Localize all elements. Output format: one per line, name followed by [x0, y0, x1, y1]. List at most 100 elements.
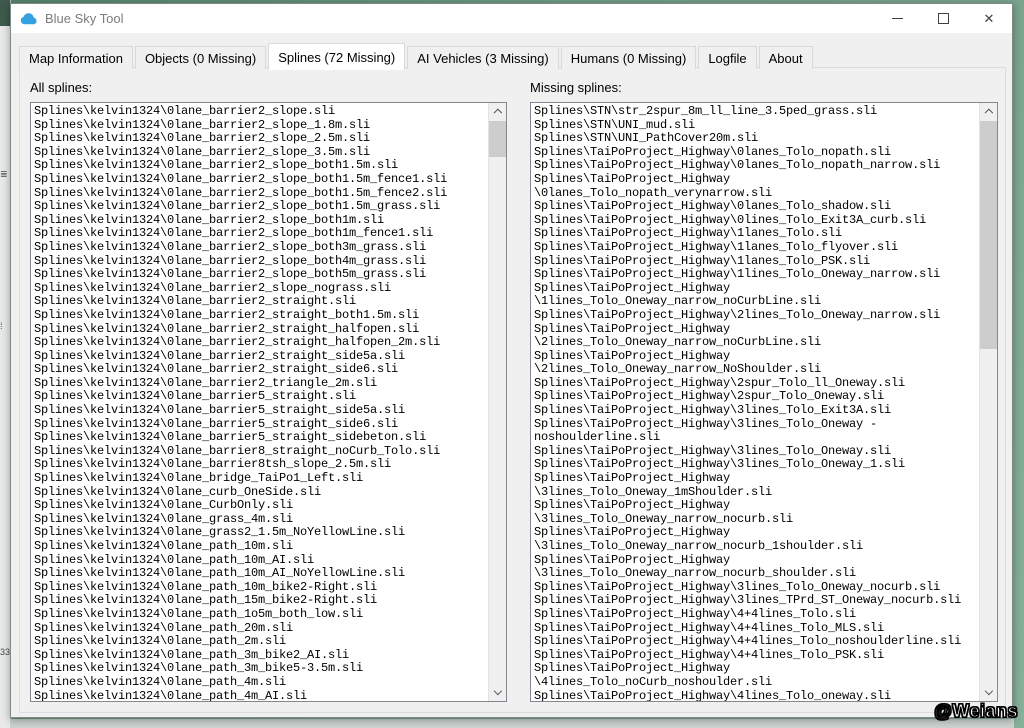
close-button[interactable]: ✕	[966, 4, 1012, 33]
list-item[interactable]: \3lines_Tolo_Oneway_1mShoulder.sli	[534, 485, 977, 500]
list-item[interactable]: Splines\kelvin1324\0lane_barrier2_slope_…	[34, 213, 486, 228]
list-item[interactable]: Splines\kelvin1324\0lane_grass2_1.5m_NoY…	[34, 526, 486, 540]
list-item[interactable]: Splines\TaiPoProject_Highway\1lines_Tolo…	[534, 268, 977, 282]
list-item[interactable]: Splines\TaiPoProject_Highway	[534, 281, 977, 296]
list-item[interactable]: Splines\TaiPoProject_Highway\4+4lines_To…	[534, 635, 977, 649]
list-item[interactable]: Splines\kelvin1324\0lane_barrier2_slope_…	[34, 268, 486, 282]
list-item[interactable]: Splines\kelvin1324\0lane_path_15m_bike2-…	[34, 594, 486, 608]
list-item[interactable]: \3lines_Tolo_Oneway_narrow_nocurb.sli	[534, 512, 977, 527]
list-item[interactable]: \2lines_Tolo_Oneway_narrow_noCurbLine.sl…	[534, 335, 977, 350]
list-item[interactable]: Splines\kelvin1324\0lane_barrier2_slope_…	[34, 118, 486, 133]
list-item[interactable]: Splines\kelvin1324\0lane_path_4m.sli	[34, 675, 486, 690]
list-item[interactable]: Splines\TaiPoProject_Highway\4lines_Tolo…	[534, 689, 977, 701]
list-item[interactable]: Splines\kelvin1324\0lane_barrier2_straig…	[34, 308, 486, 323]
minimize-button[interactable]	[874, 4, 920, 33]
list-item[interactable]: Splines\TaiPoProject_Highway\2spur_Tolo_…	[534, 390, 977, 404]
list-item[interactable]: Splines\STN\UNI_mud.sli	[534, 118, 977, 133]
list-item[interactable]: Splines\kelvin1324\0lane_barrier2_slope.…	[34, 105, 486, 119]
list-item[interactable]: Splines\TaiPoProject_Highway	[534, 553, 977, 568]
list-item[interactable]: Splines\TaiPoProject_Highway\3lines_TPrd…	[534, 594, 977, 608]
scrollbar-thumb[interactable]	[980, 121, 997, 349]
list-item[interactable]: Splines\STN\str_2spur_8m_ll_line_3.5ped_…	[534, 105, 977, 119]
list-item[interactable]: Splines\kelvin1324\0lane_barrier2_slope_…	[34, 240, 486, 255]
list-item[interactable]: Splines\kelvin1324\0lane_bridge_TaiPo1_L…	[34, 471, 486, 486]
list-item[interactable]: Splines\kelvin1324\0lane_barrier5_straig…	[34, 431, 486, 445]
list-item[interactable]: Splines\kelvin1324\0lane_barrier2_straig…	[34, 295, 486, 309]
tab-map-information[interactable]: Map Information	[19, 46, 133, 69]
missing-splines-listbox[interactable]: Splines\STN\str_2spur_8m_ll_line_3.5ped_…	[530, 102, 998, 702]
list-item[interactable]: Splines\kelvin1324\0lane_barrier5_straig…	[34, 403, 486, 418]
list-item[interactable]: Splines\kelvin1324\0lane_barrier2_slope_…	[34, 172, 486, 187]
list-item[interactable]: \4lines_Tolo_noCurb_noshoulder.sli	[534, 675, 977, 690]
list-item[interactable]: \1lines_Tolo_Oneway_narrow_noCurbLine.sl…	[534, 295, 977, 309]
list-item[interactable]: Splines\TaiPoProject_Highway	[534, 499, 977, 513]
list-item[interactable]: Splines\TaiPoProject_Highway	[534, 662, 977, 676]
list-item[interactable]: Splines\kelvin1324\0lane_CurbOnly.sli	[34, 499, 486, 513]
list-item[interactable]: Splines\TaiPoProject_Highway\4+4lines_To…	[534, 648, 977, 663]
list-item[interactable]: Splines\kelvin1324\0lane_grass_4m.sli	[34, 512, 486, 527]
list-item[interactable]: Splines\kelvin1324\0lane_barrier2_slope_…	[34, 254, 486, 269]
list-item[interactable]: \0lanes_Tolo_nopath_verynarrow.sli	[534, 186, 977, 201]
list-item[interactable]: Splines\TaiPoProject_Highway\3lines_Tolo…	[534, 458, 977, 472]
list-item[interactable]: Splines\TaiPoProject_Highway	[534, 526, 977, 540]
list-item[interactable]: Splines\kelvin1324\0lane_path_4m_AI.sli	[34, 689, 486, 701]
all-splines-listbox[interactable]: Splines\kelvin1324\0lane_barrier2_slope.…	[30, 102, 507, 702]
list-item[interactable]: Splines\kelvin1324\0lane_path_2m.sli	[34, 635, 486, 649]
list-item[interactable]: \3lines_Tolo_Oneway_narrow_nocurb_1shoul…	[534, 539, 977, 554]
list-item[interactable]: Splines\kelvin1324\0lane_barrier5_straig…	[34, 390, 486, 404]
tab-splines-72-missing[interactable]: Splines (72 Missing)	[268, 43, 406, 70]
list-item[interactable]: Splines\TaiPoProject_Highway	[534, 172, 977, 187]
list-item[interactable]: Splines\kelvin1324\0lane_barrier2_triang…	[34, 376, 486, 391]
list-item[interactable]: Splines\TaiPoProject_Highway\3lines_Tolo…	[534, 444, 977, 459]
missing-splines-scrollbar[interactable]	[979, 103, 997, 701]
tab-ai-vehicles-3-missing[interactable]: AI Vehicles (3 Missing)	[407, 46, 559, 69]
list-item[interactable]: Splines\kelvin1324\0lane_path_20m.sli	[34, 621, 486, 636]
list-item[interactable]: Splines\kelvin1324\0lane_barrier2_slope_…	[34, 200, 486, 214]
list-item[interactable]: Splines\TaiPoProject_Highway\0lanes_Tolo…	[534, 145, 977, 160]
list-item[interactable]: Splines\kelvin1324\0lane_curb_OneSide.sl…	[34, 485, 486, 500]
list-item[interactable]: noshoulderline.sli	[534, 431, 977, 445]
list-item[interactable]: Splines\kelvin1324\0lane_barrier2_slope_…	[34, 132, 486, 146]
list-item[interactable]: Splines\kelvin1324\0lane_barrier2_slope_…	[34, 145, 486, 160]
list-item[interactable]: Splines\TaiPoProject_Highway	[534, 349, 977, 364]
all-splines-scrollbar[interactable]	[488, 103, 506, 701]
scroll-down-button[interactable]	[489, 684, 506, 701]
list-item[interactable]: Splines\kelvin1324\0lane_path_3m_bike5-3…	[34, 662, 486, 676]
list-item[interactable]: Splines\kelvin1324\0lane_barrier2_slope_…	[34, 281, 486, 296]
list-item[interactable]: Splines\TaiPoProject_Highway\3lines_Tolo…	[534, 403, 977, 418]
tab-objects-0-missing[interactable]: Objects (0 Missing)	[134, 46, 267, 69]
list-item[interactable]: Splines\TaiPoProject_Highway\4+4lines_To…	[534, 607, 977, 622]
scroll-down-button[interactable]	[980, 684, 997, 701]
list-item[interactable]: Splines\kelvin1324\0lane_path_3m_bike2_A…	[34, 648, 486, 663]
list-item[interactable]: Splines\kelvin1324\0lane_barrier2_slope_…	[34, 186, 486, 201]
list-item[interactable]: Splines\TaiPoProject_Highway\2lines_Tolo…	[534, 308, 977, 323]
tab-humans-0-missing[interactable]: Humans (0 Missing)	[560, 46, 697, 69]
scrollbar-thumb[interactable]	[489, 121, 506, 157]
list-item[interactable]: Splines\kelvin1324\0lane_path_10m_AI_NoY…	[34, 567, 486, 581]
tab-about[interactable]: About	[758, 46, 813, 69]
list-item[interactable]: Splines\kelvin1324\0lane_barrier2_slope_…	[34, 227, 486, 241]
list-item[interactable]: Splines\kelvin1324\0lane_path_1o5m_both_…	[34, 607, 486, 622]
list-item[interactable]: Splines\kelvin1324\0lane_barrier2_straig…	[34, 349, 486, 364]
list-item[interactable]: Splines\TaiPoProject_Highway\0lines_Tolo…	[534, 213, 977, 228]
list-item[interactable]: Splines\TaiPoProject_Highway\0lanes_Tolo…	[534, 159, 977, 173]
list-item[interactable]: Splines\TaiPoProject_Highway\1lanes_Tolo…	[534, 227, 977, 241]
maximize-button[interactable]	[920, 4, 966, 33]
list-item[interactable]: Splines\kelvin1324\0lane_barrier8tsh_slo…	[34, 458, 486, 472]
list-item[interactable]: Splines\STN\UNI_PathCover20m.sli	[534, 132, 977, 146]
list-item[interactable]: Splines\kelvin1324\0lane_barrier2_straig…	[34, 322, 486, 337]
tab-logfile[interactable]: Logfile	[698, 46, 757, 69]
list-item[interactable]: Splines\TaiPoProject_Highway\4+4lines_To…	[534, 621, 977, 636]
scroll-up-button[interactable]	[489, 103, 506, 120]
list-item[interactable]: Splines\TaiPoProject_Highway\1lanes_Tolo…	[534, 254, 977, 269]
list-item[interactable]: Splines\TaiPoProject_Highway	[534, 471, 977, 486]
scroll-up-button[interactable]	[980, 103, 997, 120]
list-item[interactable]: Splines\kelvin1324\0lane_barrier2_straig…	[34, 363, 486, 377]
list-item[interactable]: Splines\TaiPoProject_Highway	[534, 322, 977, 337]
list-item[interactable]: Splines\kelvin1324\0lane_path_10m_bike2-…	[34, 580, 486, 595]
titlebar[interactable]: Blue Sky Tool ✕	[11, 4, 1012, 33]
list-item[interactable]: Splines\kelvin1324\0lane_barrier8_straig…	[34, 444, 486, 459]
list-item[interactable]: Splines\kelvin1324\0lane_path_10m_AI.sli	[34, 553, 486, 568]
list-item[interactable]: Splines\TaiPoProject_Highway\3lines_Tolo…	[534, 580, 977, 595]
list-item[interactable]: Splines\TaiPoProject_Highway\2spur_Tolo_…	[534, 376, 977, 391]
